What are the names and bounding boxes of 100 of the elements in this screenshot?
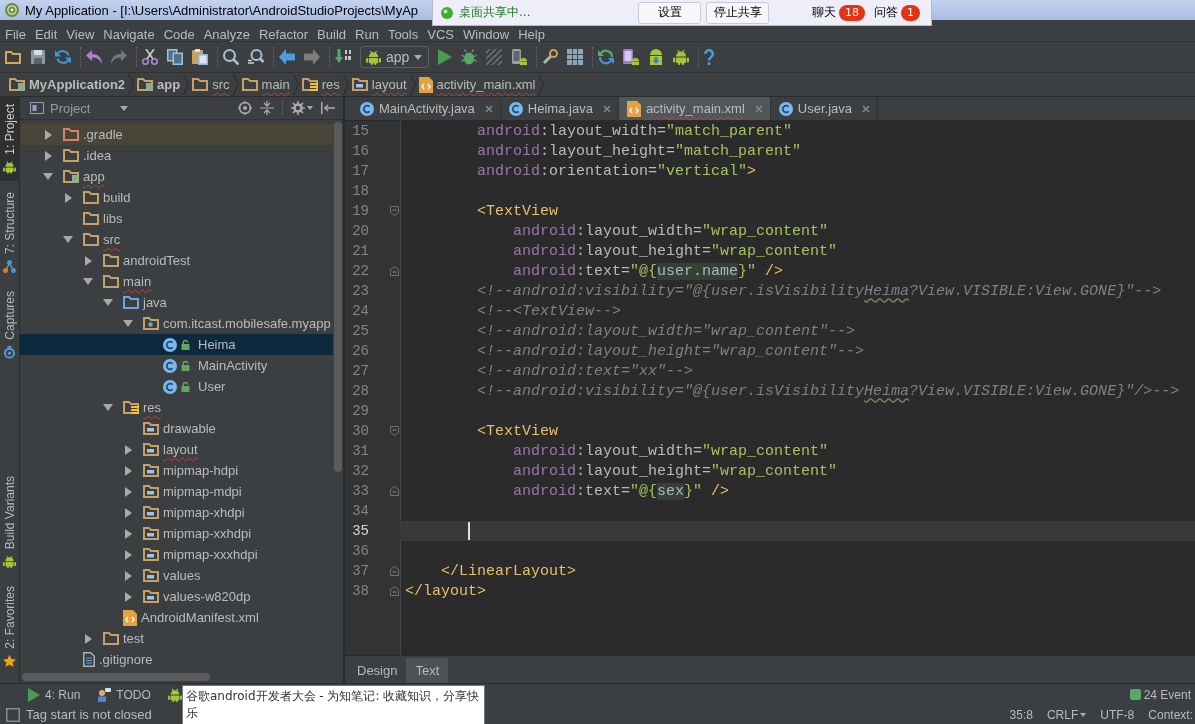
tool-window-tab[interactable]: Captures xyxy=(0,283,19,366)
tree-toggle-icon[interactable] xyxy=(124,486,132,497)
share-button[interactable]: 停止共享 xyxy=(706,1,769,24)
undo-icon[interactable] xyxy=(86,50,102,64)
tree-toggle-icon[interactable] xyxy=(124,465,132,476)
refresh-icon[interactable] xyxy=(55,49,71,65)
run-configuration-dropdown[interactable]: app xyxy=(360,46,430,68)
tree-item[interactable]: mipmap-xxhdpi xyxy=(20,523,333,544)
tree-item[interactable]: com.itcast.mobilesafe.myapp xyxy=(20,313,333,334)
paste-icon[interactable] xyxy=(192,49,208,65)
tree-item[interactable]: .idea xyxy=(20,145,333,166)
scissors-icon[interactable] xyxy=(142,49,158,65)
device-icon[interactable] xyxy=(511,49,528,65)
menu-item[interactable]: File xyxy=(1,27,30,42)
tool-window-tab[interactable]: 7: Structure xyxy=(0,184,19,280)
run-icon[interactable] xyxy=(438,49,453,65)
tree-item[interactable]: User xyxy=(20,376,333,397)
collapse-all-icon[interactable] xyxy=(260,101,274,115)
wrench-icon[interactable] xyxy=(542,49,559,65)
fold-marker-icon[interactable] xyxy=(390,426,399,436)
save-icon[interactable] xyxy=(30,49,46,65)
menu-item[interactable]: VCS xyxy=(423,27,458,42)
back-arrow-icon[interactable] xyxy=(279,49,295,65)
tool-window-tab[interactable]: Build Variants xyxy=(0,469,19,576)
editor-tab[interactable]: Heima.java xyxy=(500,97,619,120)
bug-icon[interactable] xyxy=(461,49,478,65)
android-download-icon[interactable] xyxy=(648,49,665,65)
menu-item[interactable]: Run xyxy=(351,27,383,42)
grid-icon[interactable] xyxy=(567,49,584,65)
tool-window-tab[interactable]: 1: Project xyxy=(0,97,19,181)
fold-marker-icon[interactable] xyxy=(390,206,399,216)
menu-item[interactable]: Refactor xyxy=(254,27,313,42)
menu-item[interactable]: Tools xyxy=(383,27,423,42)
tree-item[interactable]: mipmap-xxxhdpi xyxy=(20,544,333,565)
tree-item[interactable]: libs xyxy=(20,208,333,229)
folder-icon[interactable] xyxy=(5,50,21,64)
menu-item[interactable]: Build xyxy=(313,27,350,42)
tree-item[interactable]: app xyxy=(20,166,333,187)
tree-toggle-icon[interactable] xyxy=(83,278,93,285)
tool-window-button[interactable]: 24 Event xyxy=(1129,687,1195,702)
fold-marker-icon[interactable] xyxy=(390,266,399,276)
tree-item[interactable]: AndroidManifest.xml xyxy=(20,607,333,628)
tool-window-button[interactable]: 4: Run xyxy=(28,687,81,702)
fold-marker-icon[interactable] xyxy=(390,566,399,576)
breadcrumb[interactable]: src xyxy=(192,74,230,95)
tree-toggle-icon[interactable] xyxy=(63,236,73,243)
tree-toggle-icon[interactable] xyxy=(124,591,132,602)
phone-icon[interactable] xyxy=(623,49,640,65)
tree-item[interactable]: src xyxy=(20,229,333,250)
redo-icon[interactable] xyxy=(111,50,127,64)
counter-label[interactable]: 聊天 xyxy=(812,4,836,21)
breadcrumb[interactable]: main xyxy=(241,74,290,95)
tree-toggle-icon[interactable] xyxy=(43,173,53,180)
editor-tab[interactable]: User.java xyxy=(770,97,879,120)
tree-item[interactable]: mipmap-hdpi xyxy=(20,460,333,481)
scrollbar-thumb[interactable] xyxy=(334,122,342,472)
tree-toggle-icon[interactable] xyxy=(124,444,132,455)
menu-item[interactable]: Help xyxy=(514,27,549,42)
tree-toggle-icon[interactable] xyxy=(64,192,72,203)
tree-item[interactable]: Heima xyxy=(20,334,333,355)
breadcrumb[interactable]: res xyxy=(301,74,340,95)
scrollbar-thumb[interactable] xyxy=(22,673,210,681)
breadcrumb[interactable]: app xyxy=(137,74,181,95)
editor-tab[interactable]: activity_main.xml xyxy=(618,97,771,120)
menu-item[interactable]: View xyxy=(62,27,99,42)
breadcrumb[interactable]: MyApplication2 xyxy=(9,74,126,95)
tree-item[interactable]: MainActivity xyxy=(20,355,333,376)
share-button[interactable]: 设置 xyxy=(638,1,701,24)
tree-item[interactable]: mipmap-mdpi xyxy=(20,481,333,502)
menu-item[interactable]: Window xyxy=(458,27,514,42)
build-icon[interactable] xyxy=(335,49,351,65)
tree-item[interactable]: values-w820dp xyxy=(20,586,333,607)
tree-item[interactable]: main xyxy=(20,271,333,292)
tree-toggle-icon[interactable] xyxy=(124,528,132,539)
find-replace-icon[interactable] xyxy=(248,49,264,65)
caret-position[interactable]: 35:8 xyxy=(1009,707,1033,722)
tree-toggle-icon[interactable] xyxy=(124,549,132,560)
menu-item[interactable]: Edit xyxy=(30,27,62,42)
tree-item[interactable]: values xyxy=(20,565,333,586)
tree-item[interactable]: .gitignore xyxy=(20,649,333,670)
tree-item[interactable]: layout xyxy=(20,439,333,460)
counter-label[interactable]: 问答 xyxy=(874,4,898,21)
breadcrumb[interactable]: activity_main.xml xyxy=(418,74,536,95)
tree-item[interactable]: test xyxy=(20,628,333,649)
view-tab[interactable]: Design xyxy=(348,658,407,683)
close-icon[interactable] xyxy=(862,104,871,113)
tree-toggle-icon[interactable] xyxy=(84,633,92,644)
tree-toggle-icon[interactable] xyxy=(44,150,52,161)
tool-window-button[interactable]: TODO xyxy=(97,687,151,702)
tree-item[interactable]: .gradle xyxy=(20,124,333,145)
file-encoding[interactable]: UTF-8 xyxy=(1100,707,1135,722)
sync-icon[interactable] xyxy=(598,49,615,65)
tree-item[interactable]: androidTest xyxy=(20,250,333,271)
tree-toggle-icon[interactable] xyxy=(124,507,132,518)
android-icon[interactable] xyxy=(673,49,690,65)
editor-tab[interactable]: MainActivity.java xyxy=(352,97,501,120)
tree-toggle-icon[interactable] xyxy=(44,129,52,140)
caret-icon[interactable] xyxy=(120,105,129,111)
copy-icon[interactable] xyxy=(167,49,183,65)
fold-marker-icon[interactable] xyxy=(390,586,399,596)
